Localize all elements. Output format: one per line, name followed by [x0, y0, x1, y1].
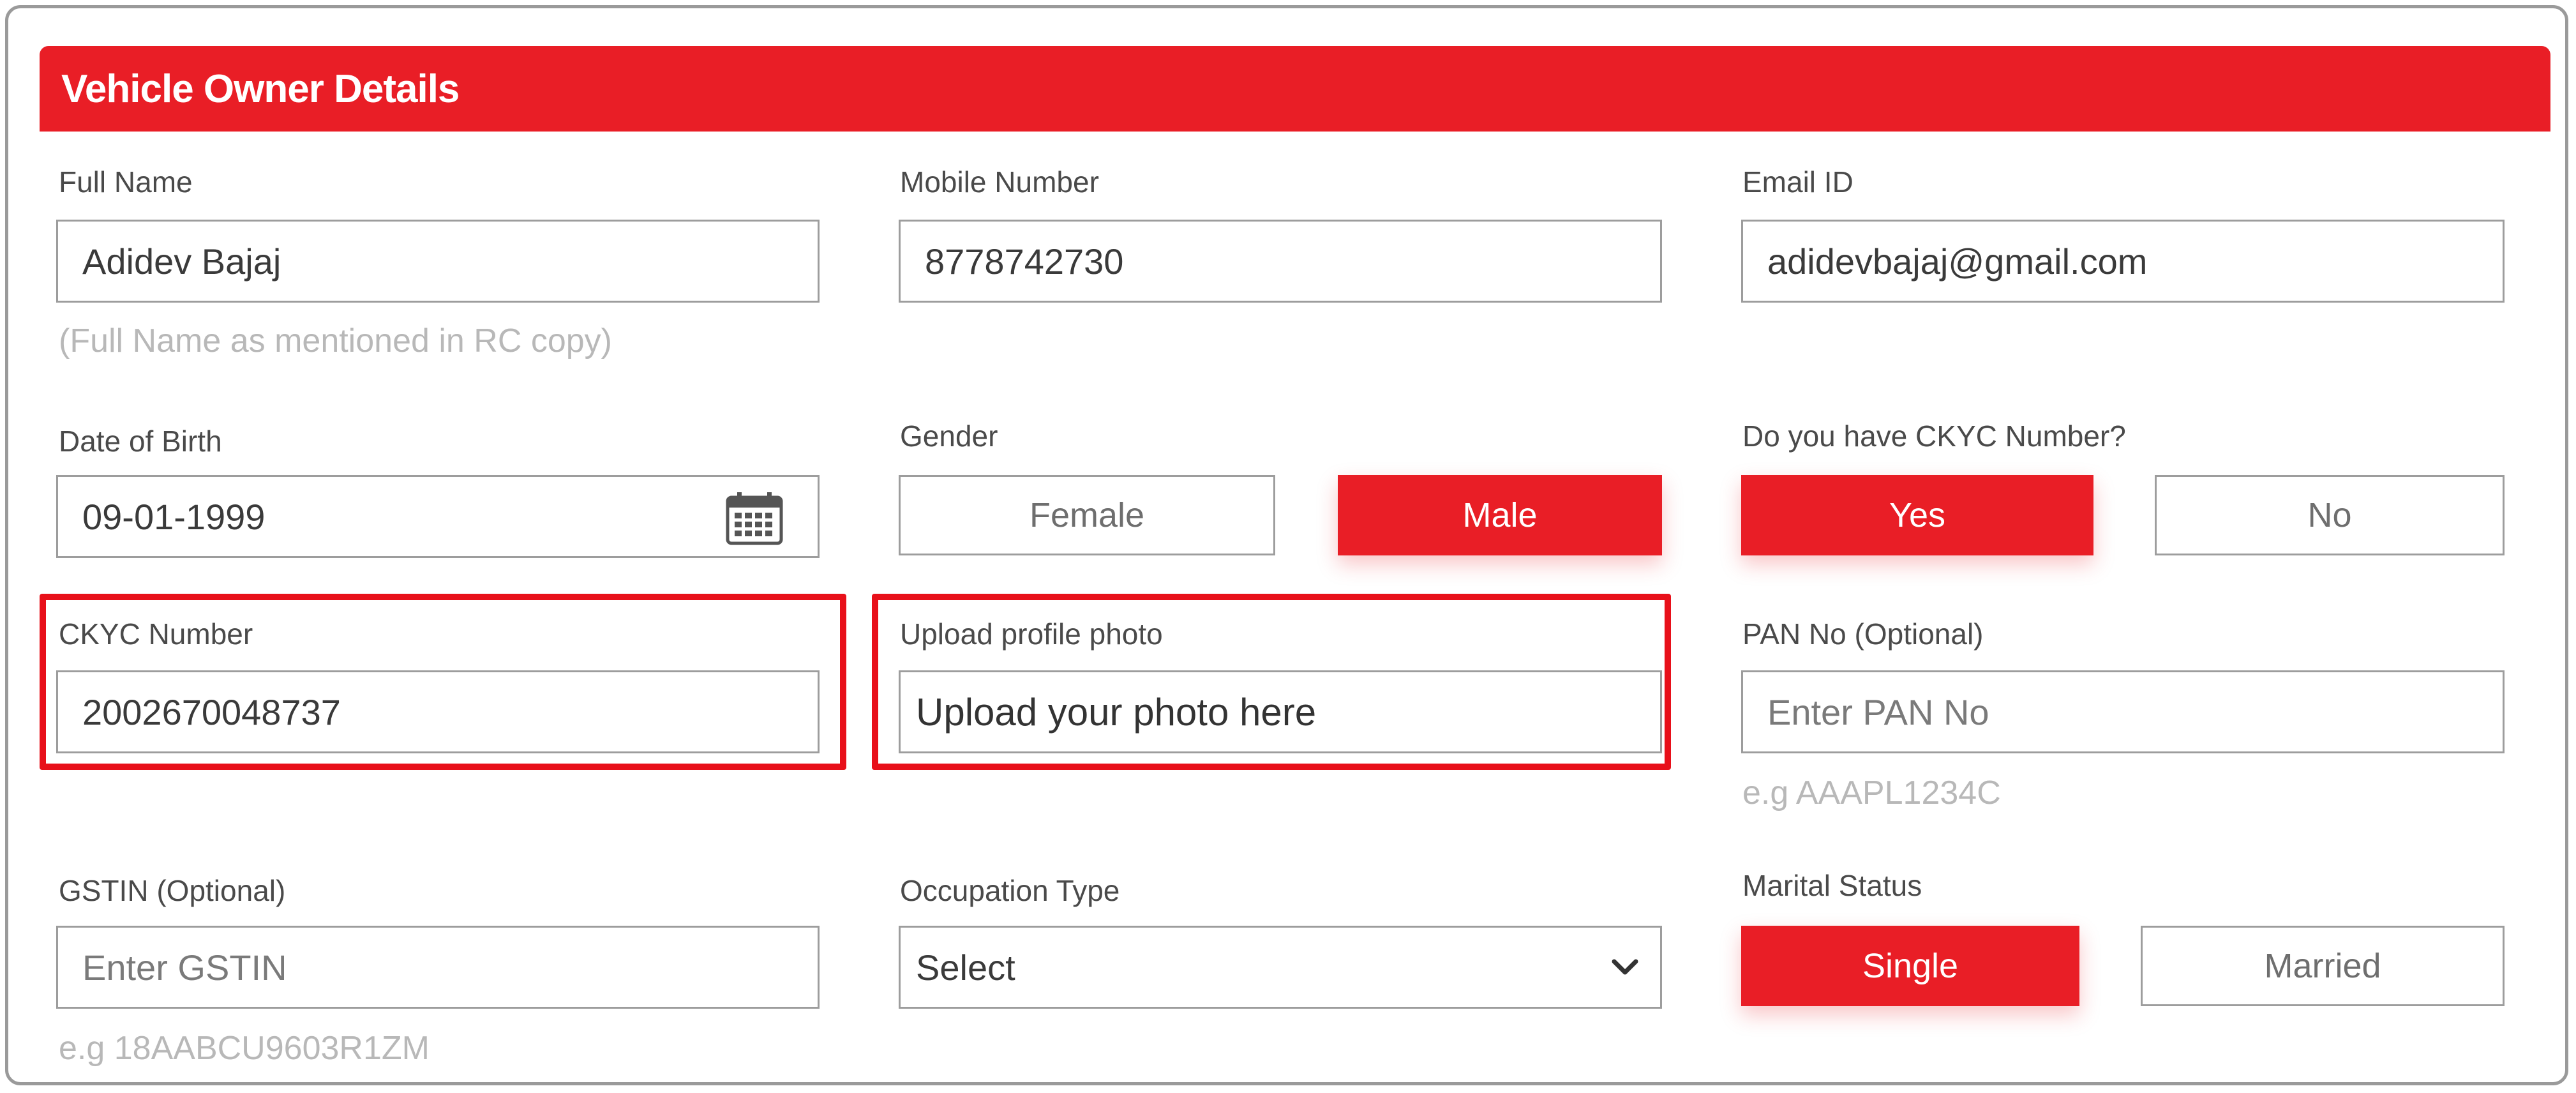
email-label: Email ID	[1742, 165, 1853, 199]
dob-value: 09-01-1999	[82, 496, 266, 537]
occupation-label: Occupation Type	[900, 874, 1120, 907]
gender-female-button[interactable]: Female	[899, 475, 1275, 555]
full-name-hint: (Full Name as mentioned in RC copy)	[59, 322, 612, 359]
email-input[interactable]: adidevbajaj@gmail.com	[1741, 220, 2505, 303]
pan-hint: e.g AAAPL1234C	[1742, 774, 2001, 811]
marital-single-button[interactable]: Single	[1741, 926, 2079, 1006]
section-header: Vehicle Owner Details	[40, 46, 2550, 132]
gstin-hint: e.g 18AABCU9603R1ZM	[59, 1030, 430, 1067]
gender-label: Gender	[900, 419, 998, 453]
marital-status-label: Marital Status	[1742, 869, 1922, 902]
ckyc-number-label: CKYC Number	[59, 617, 253, 651]
full-name-input[interactable]: Adidev Bajaj	[56, 220, 820, 303]
marital-married-button[interactable]: Married	[2141, 926, 2505, 1006]
section-title: Vehicle Owner Details	[61, 67, 460, 111]
pan-label: PAN No (Optional)	[1742, 617, 1984, 651]
ckyc-number-input[interactable]: 2002670048737	[56, 670, 820, 753]
mobile-number-label: Mobile Number	[900, 165, 1099, 199]
mobile-number-input[interactable]: 8778742730	[899, 220, 1662, 303]
occupation-select[interactable]: Select	[899, 926, 1662, 1009]
upload-photo-field[interactable]: Upload your photo here	[899, 670, 1662, 753]
ckyc-no-button[interactable]: No	[2155, 475, 2505, 555]
chevron-down-icon	[1612, 959, 1638, 975]
calendar-icon[interactable]	[726, 491, 783, 546]
ckyc-question-label: Do you have CKYC Number?	[1742, 419, 2126, 453]
dob-label: Date of Birth	[59, 425, 222, 458]
dob-input[interactable]: 09-01-1999	[56, 475, 820, 558]
gstin-label: GSTIN (Optional)	[59, 874, 286, 907]
gstin-input[interactable]: Enter GSTIN	[56, 926, 820, 1009]
full-name-label: Full Name	[59, 165, 193, 199]
ckyc-yes-button[interactable]: Yes	[1741, 475, 2093, 555]
pan-input[interactable]: Enter PAN No	[1741, 670, 2505, 753]
gender-male-button[interactable]: Male	[1338, 475, 1662, 555]
upload-photo-label: Upload profile photo	[900, 617, 1163, 651]
occupation-selected-value: Select	[916, 947, 1015, 988]
